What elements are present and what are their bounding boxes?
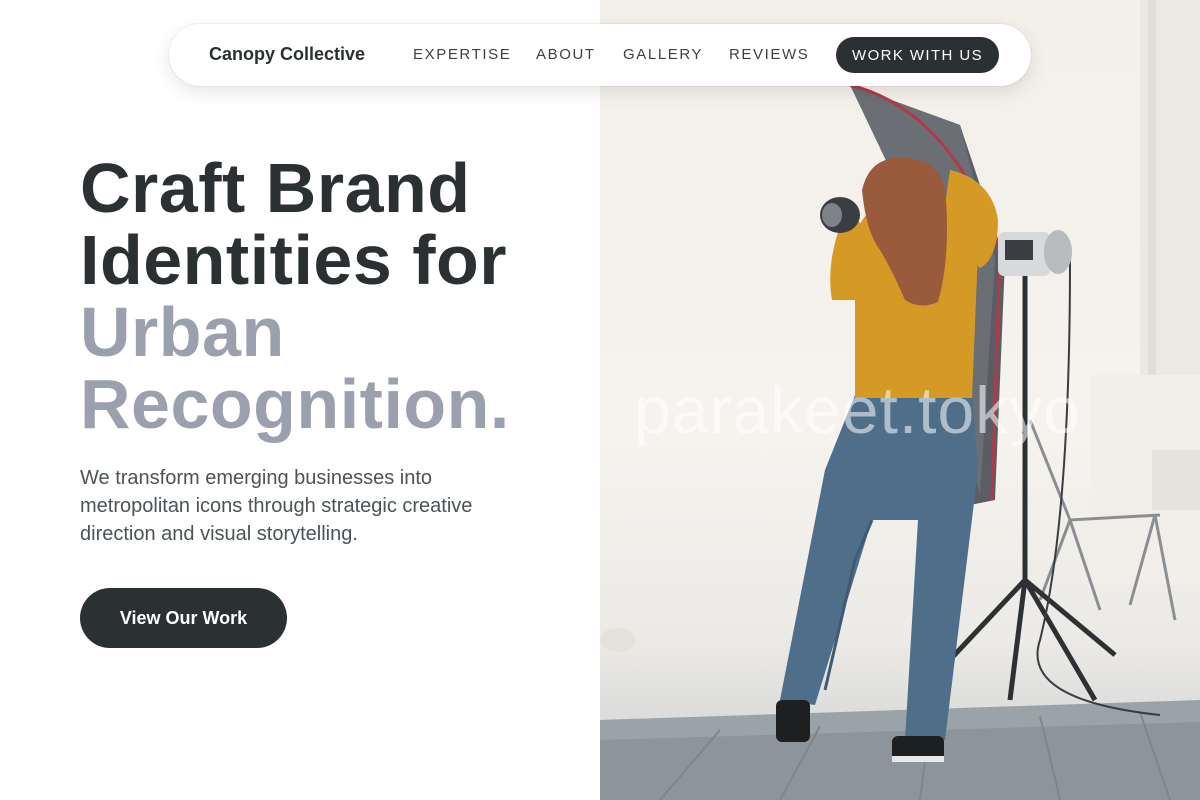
watermark-text: parakeet.tokyo [634,373,1081,447]
nav-link-gallery[interactable]: GALLERY [623,46,703,63]
view-our-work-button[interactable]: View Our Work [80,588,287,648]
brand-logo[interactable]: Canopy Collective [209,44,365,65]
nav-link-about[interactable]: ABOUT [536,46,596,63]
headline-line-2: Identities for [80,221,508,299]
hero-photo: parakeet.tokyo [600,0,1200,800]
top-navigation: Canopy Collective EXPERTISE ABOUT GALLER… [169,24,1031,86]
headline-line-4: Recognition. [80,365,510,443]
nav-link-expertise[interactable]: EXPERTISE [413,46,511,63]
headline-line-1: Craft Brand [80,149,471,227]
nav-link-reviews[interactable]: REVIEWS [729,46,809,63]
headline-line-3: Urban [80,293,285,371]
hero-headline: Craft Brand Identities for Urban Recogni… [80,152,510,440]
work-with-us-button[interactable]: WORK WITH US [836,37,999,73]
hero-description: We transform emerging businesses into me… [80,467,473,545]
